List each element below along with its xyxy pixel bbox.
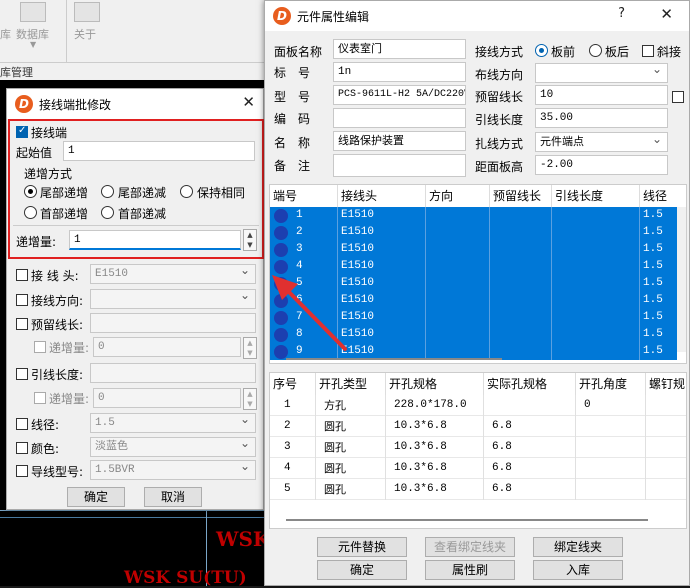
annotation-arrow xyxy=(272,275,347,351)
